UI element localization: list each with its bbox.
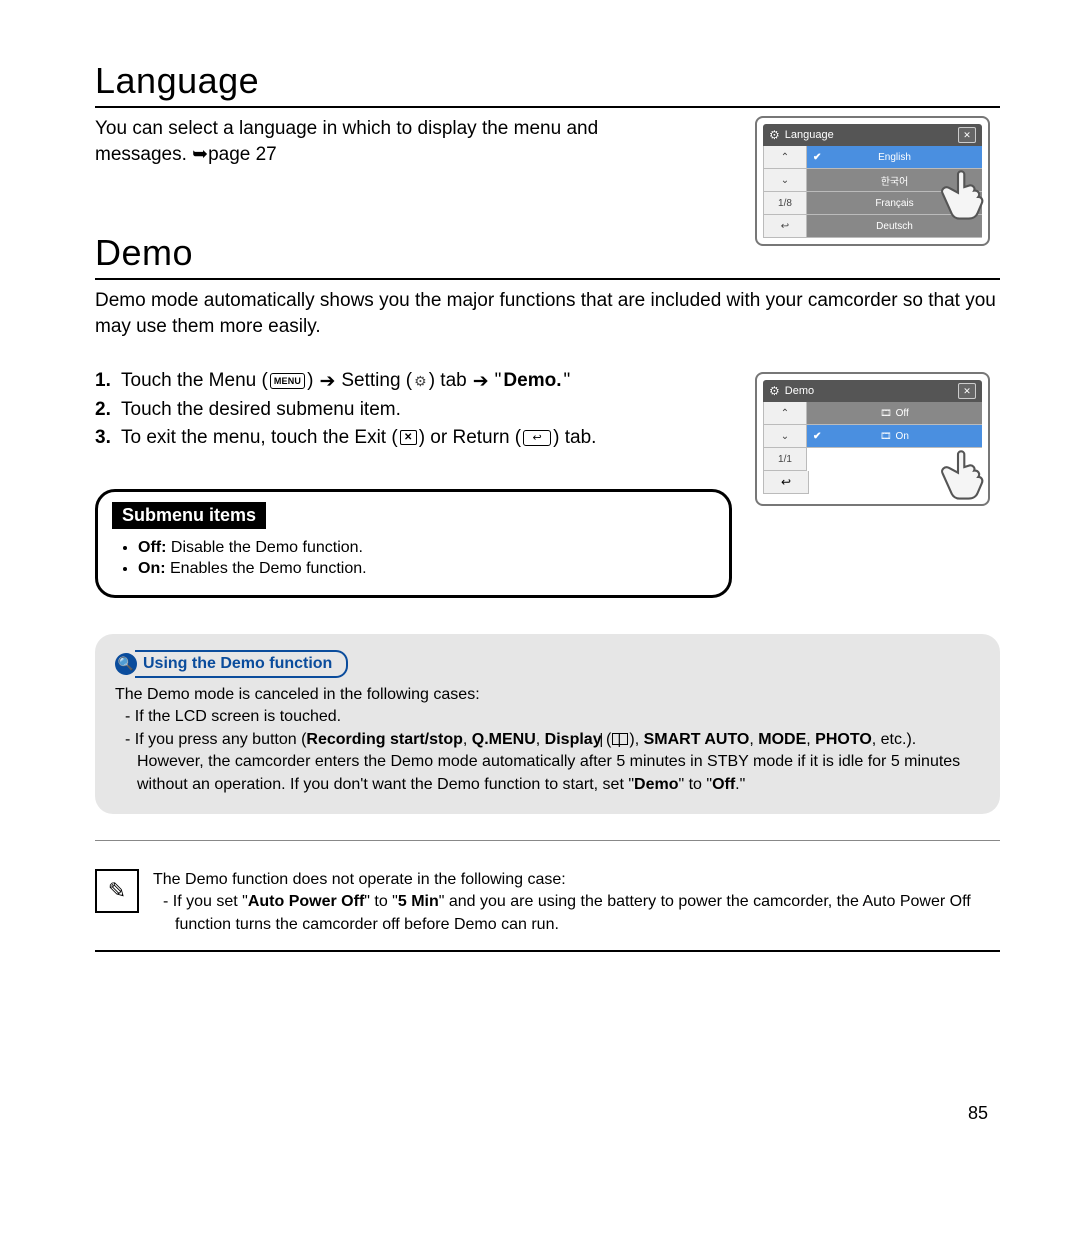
submenu-title: Submenu items — [112, 502, 266, 529]
scroll-up-icon: ⌃ — [763, 402, 807, 425]
close-icon: ✕ — [958, 383, 976, 399]
scroll-down-icon: ⌄ — [763, 169, 807, 192]
scroll-down-icon: ⌄ — [763, 425, 807, 448]
return-icon: ↩ — [763, 215, 807, 238]
lang-option-deutsch: Deutsch — [807, 215, 982, 238]
return-icon: ↩ — [763, 471, 809, 494]
menu-icon: MENU — [270, 373, 305, 389]
submenu-items-box: Submenu items Off: Disable the Demo func… — [95, 489, 732, 598]
using-demo-bullet-2: - If you press any button (Recording sta… — [115, 729, 980, 796]
step-num: 1. — [95, 370, 121, 392]
text-demo-intro: Demo mode automatically shows you the ma… — [95, 288, 1000, 339]
gear-icon: ⚙ — [769, 128, 780, 142]
lcd-title: Language — [785, 129, 834, 141]
demo-option-off: 🎞Off — [807, 402, 982, 425]
submenu-on: On: Enables the Demo function. — [138, 560, 711, 578]
note-pencil-icon: ✎ — [95, 869, 139, 913]
submenu-off: Off: Disable the Demo function. — [138, 539, 711, 557]
arrow-right-icon: ➔ — [473, 370, 489, 393]
check-icon: ✔ — [813, 152, 821, 163]
pager-text: 1/1 — [763, 448, 807, 471]
lcd-demo-screenshot: ⚙Demo ✕ ⌃ ⌄ 1/1 🎞Off ✔🎞On ↩ — [755, 372, 990, 506]
page-number: 85 — [968, 1103, 988, 1124]
gear-icon: ⚙ — [414, 373, 427, 390]
magnifier-icon: 🔍 — [115, 653, 137, 675]
note-row: ✎ The Demo function does not operate in … — [95, 869, 1000, 936]
rule — [95, 106, 1000, 108]
lang-option-korean: 한국어 — [807, 169, 982, 192]
return-icon: ↩ — [523, 430, 551, 446]
film-icon: 🎞 — [880, 408, 891, 419]
display-toggle-icon: || — [611, 729, 629, 750]
note-line1: The Demo function does not operate in th… — [153, 869, 1000, 891]
exit-icon: ✕ — [400, 430, 417, 445]
lang-option-francais: Français — [807, 192, 982, 215]
arrow-right-icon: ➔ — [319, 370, 335, 393]
using-demo-line1: The Demo mode is canceled in the followi… — [115, 684, 980, 706]
check-icon: ✔ — [813, 431, 821, 442]
scroll-up-icon: ⌃ — [763, 146, 807, 169]
using-demo-bullet-1: - If the LCD screen is touched. — [115, 706, 980, 728]
pager-text: 1/8 — [763, 192, 807, 215]
using-demo-title: 🔍 Using the Demo function — [115, 650, 348, 678]
rule — [95, 950, 1000, 952]
lang-option-english: ✔English — [807, 146, 982, 169]
step-num: 2. — [95, 399, 121, 421]
demo-option-on: ✔🎞On — [807, 425, 982, 448]
close-icon: ✕ — [958, 127, 976, 143]
lcd-language-screenshot: ⚙ Language ✕ ⌃ ⌄ 1/8 ↩ ✔English 한국어 Franç… — [755, 116, 990, 246]
lcd-header: ⚙ Demo ✕ — [763, 380, 982, 402]
heading-language: Language — [95, 60, 1000, 102]
rule — [95, 278, 1000, 280]
gear-icon: ⚙ — [769, 384, 780, 398]
lcd-title: Demo — [785, 385, 814, 397]
using-demo-callout: 🔍 Using the Demo function The Demo mode … — [95, 634, 1000, 814]
rule — [95, 840, 1000, 841]
note-bullet: - If you set "Auto Power Off" to "5 Min"… — [153, 891, 1000, 936]
step-num: 3. — [95, 427, 121, 449]
lcd-header: ⚙ Language ✕ — [763, 124, 982, 146]
text-language-intro: You can select a language in which to di… — [95, 116, 665, 167]
film-icon: 🎞 — [880, 431, 891, 442]
